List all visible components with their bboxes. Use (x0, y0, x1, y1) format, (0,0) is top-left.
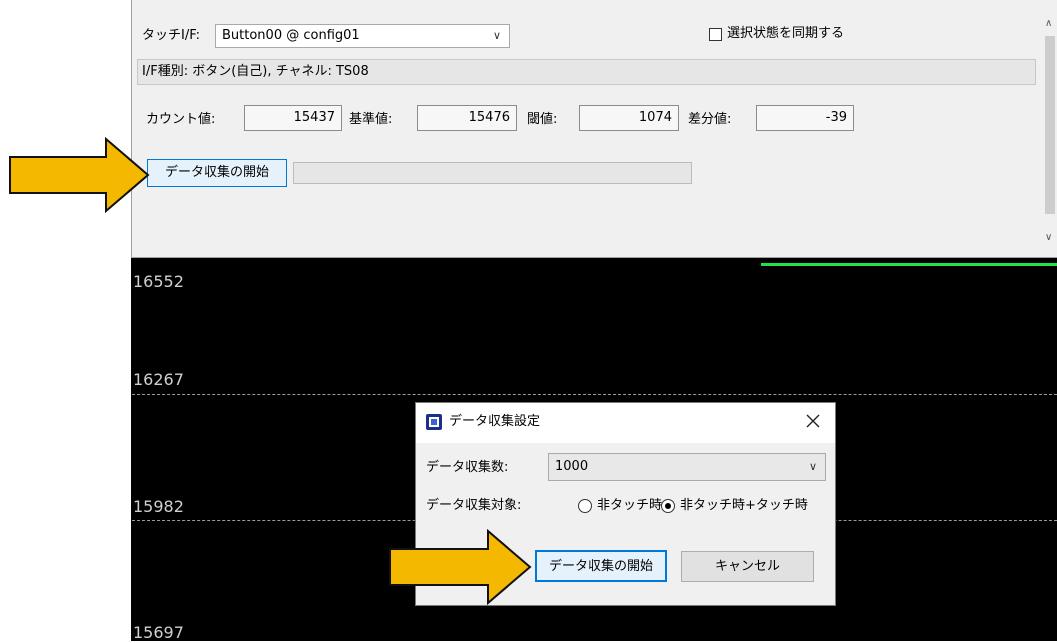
cancel-button[interactable]: キャンセル (681, 551, 814, 582)
graph-trace-line (761, 263, 1057, 266)
radio-both[interactable] (661, 499, 675, 513)
collection-progress-bar (293, 162, 692, 184)
threshold-value-box: 1074 (579, 105, 679, 131)
target-label: データ収集対象: (426, 498, 522, 513)
radio-notouch[interactable] (578, 499, 592, 513)
if-info-bar: I/F種別: ボタン(自己), チャネル: TS08 (137, 59, 1036, 85)
count-select-value: 1000 (555, 459, 589, 474)
start-collection-button[interactable]: データ収集の開始 (147, 159, 287, 187)
cancel-label: キャンセル (714, 559, 780, 574)
dialog-start-label: データ収集の開始 (548, 559, 653, 574)
sync-checkbox[interactable] (709, 28, 722, 41)
count-setting-label: データ収集数: (426, 460, 509, 475)
dialog-start-button[interactable]: データ収集の開始 (535, 550, 667, 582)
if-info-text: I/F種別: ボタン(自己), チャネル: TS08 (142, 64, 369, 79)
base-value-box: 15476 (417, 105, 517, 131)
count-select[interactable]: 1000 ∨ (548, 453, 826, 481)
base-label: 基準値: (349, 112, 393, 127)
diff-value-box: -39 (756, 105, 854, 131)
y-axis-label: 15982 (133, 497, 184, 516)
count-label: カウント値: (146, 112, 216, 127)
arrow-right-icon (8, 136, 150, 214)
y-axis-label: 16552 (133, 272, 184, 291)
y-axis-label: 15697 (133, 623, 184, 642)
threshold-label: 閾値: (527, 112, 558, 127)
count-value: 15437 (293, 110, 335, 125)
diff-value: -39 (825, 110, 847, 125)
count-value-box: 15437 (244, 105, 342, 131)
scroll-down-icon[interactable]: ∨ (1045, 232, 1052, 243)
radio-both-label: 非タッチ時+タッチ時 (680, 498, 808, 513)
diff-label: 差分値: (688, 112, 732, 127)
arrow-right-icon (388, 528, 532, 606)
panel-scrollbar-thumb[interactable] (1045, 36, 1055, 214)
scroll-up-icon[interactable]: ∧ (1045, 18, 1052, 29)
radio-notouch-label: 非タッチ時 (597, 498, 663, 513)
chevron-down-icon: ∨ (492, 29, 501, 42)
touch-if-label: タッチI/F: (142, 28, 201, 43)
dialog-title: データ収集設定 (449, 414, 541, 429)
sync-label: 選択状態を同期する (727, 26, 845, 41)
y-axis-label: 16267 (133, 370, 184, 389)
start-collection-label: データ収集の開始 (164, 165, 269, 180)
threshold-value: 1074 (638, 110, 672, 125)
chevron-down-icon: ∨ (808, 460, 817, 473)
close-icon[interactable] (801, 409, 825, 433)
touch-if-select[interactable]: Button00 @ config01 ∨ (215, 24, 510, 48)
touch-if-value: Button00 @ config01 (222, 28, 360, 43)
app-icon (426, 414, 442, 430)
base-value: 15476 (468, 110, 510, 125)
grid-line (132, 394, 1057, 395)
